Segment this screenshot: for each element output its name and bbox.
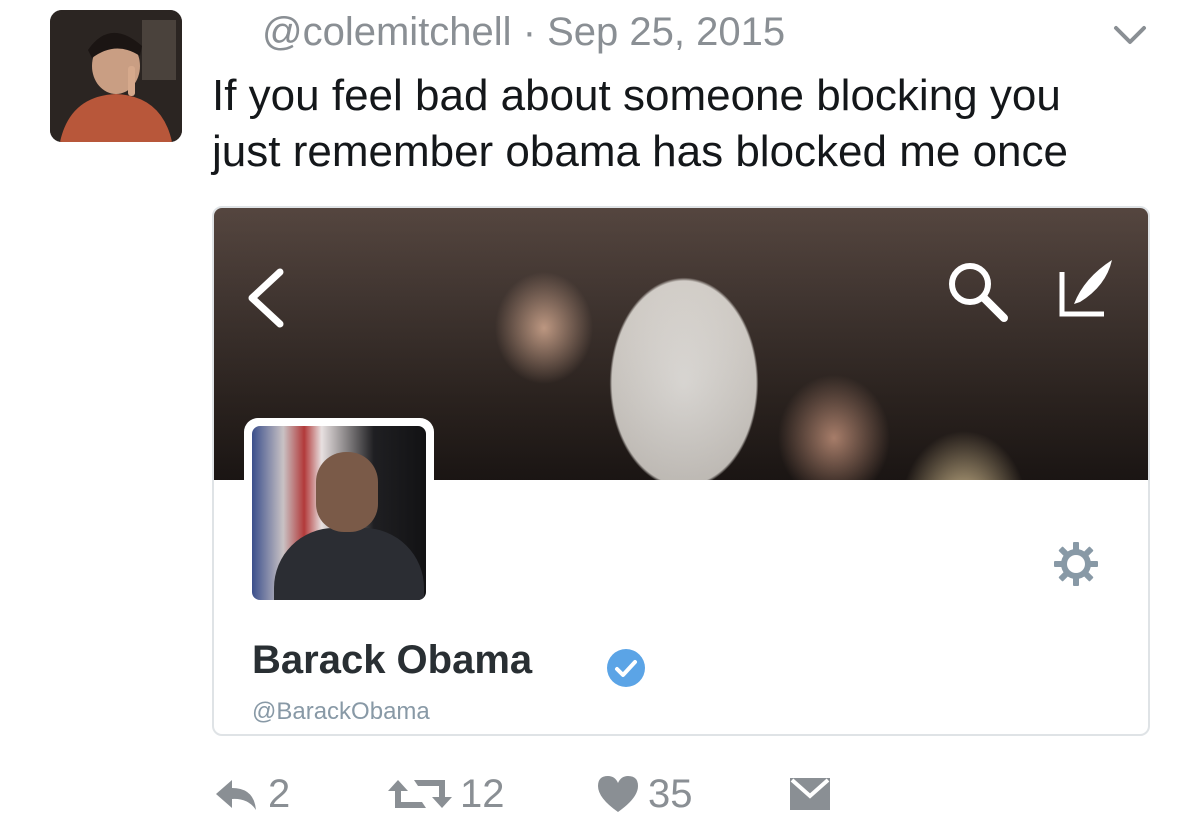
profile-photo (244, 418, 434, 608)
reply-button[interactable]: 2 (212, 766, 290, 822)
verified-badge-icon (607, 649, 645, 687)
message-icon (790, 778, 830, 810)
profile-name: Barack Obama (252, 638, 533, 682)
retweet-button[interactable]: 12 (388, 766, 505, 822)
tweet-text-line: just remember obama has blocked me once (212, 127, 1068, 176)
tweet-media-image[interactable]: Barack Obama @BarackObama (212, 206, 1150, 736)
tweet-date[interactable]: Sep 25, 2015 (547, 10, 785, 54)
heart-icon (598, 776, 638, 812)
compose-icon (1059, 260, 1112, 317)
avatar-portrait (50, 10, 182, 142)
meta-separator: · (511, 10, 548, 54)
chevron-down-icon[interactable] (1110, 20, 1150, 50)
direct-message-button[interactable] (788, 766, 832, 822)
tweet-meta: @colemitchell · Sep 25, 2015 (262, 10, 785, 55)
retweet-count: 12 (460, 771, 505, 816)
profile-handle: @BarackObama (252, 698, 430, 725)
search-icon (949, 263, 1008, 322)
like-count: 35 (648, 771, 693, 816)
author-avatar[interactable] (50, 10, 182, 142)
gear-icon (1054, 542, 1098, 586)
back-arrow-icon (248, 268, 284, 328)
tweet-text: If you feel bad about someone blocking y… (212, 68, 1172, 180)
tweet-text-line: If you feel bad about someone blocking y… (212, 71, 1061, 120)
like-button[interactable]: 35 (596, 766, 693, 822)
reply-icon (216, 780, 256, 810)
reply-count: 2 (268, 771, 291, 816)
retweet-icon (388, 780, 452, 808)
author-handle[interactable]: @colemitchell (262, 10, 512, 54)
